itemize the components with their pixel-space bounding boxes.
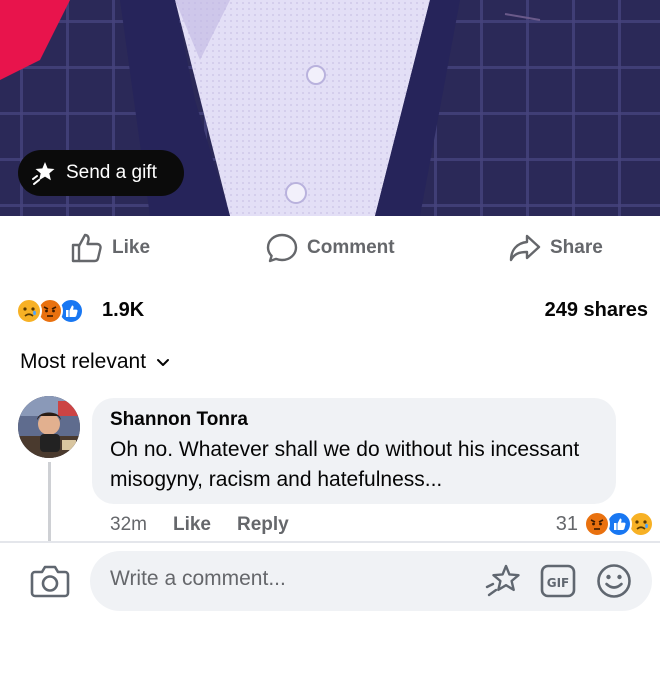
thumbs-up-icon [70, 232, 104, 264]
comment-label: Comment [307, 237, 395, 258]
like-button[interactable]: Like [70, 230, 150, 266]
chevron-down-icon [156, 350, 170, 374]
post-photo[interactable]: Send a gift [0, 0, 660, 216]
share-label: Share [550, 237, 603, 258]
post-action-bar: Like Comment Share [0, 220, 660, 274]
send-gift-button[interactable]: Send a gift [18, 150, 184, 196]
comment-bubble[interactable]: Shannon Tonra Oh no. Whatever shall we d… [92, 398, 616, 504]
reaction-count: 1.9K [102, 299, 145, 321]
comment-reaction-count: 31 [555, 512, 578, 535]
like-label: Like [112, 237, 151, 258]
comment-reactions[interactable]: 31 [556, 510, 660, 538]
comment-like-button[interactable]: Like [173, 514, 211, 536]
shares-count[interactable]: 249 shares [545, 299, 648, 322]
send-gift-label: Send a gift [66, 162, 157, 183]
reaction-icons [16, 298, 100, 324]
share-arrow-icon [508, 232, 542, 264]
comment-reply-button[interactable]: Reply [237, 514, 289, 536]
comment-sort-dropdown[interactable]: Most relevant [20, 350, 170, 374]
avatar[interactable] [18, 396, 80, 458]
emoji-icon[interactable] [596, 563, 632, 604]
comment-text: Oh no. Whatever shall we do without his … [110, 438, 580, 491]
comment-time[interactable]: 32m [110, 514, 147, 536]
gif-icon[interactable]: GIF [540, 564, 576, 603]
comment-button[interactable]: Comment [265, 230, 395, 266]
comment-bubble-icon [265, 232, 299, 264]
comment-reaction-icons [584, 510, 660, 538]
comment-input[interactable]: Write a comment... GIF [90, 551, 652, 611]
thread-line [48, 462, 51, 542]
angry-reaction-icon [584, 511, 610, 537]
gift-star-icon[interactable] [484, 563, 522, 604]
svg-text:GIF: GIF [547, 576, 570, 590]
sad-reaction-icon [16, 298, 42, 324]
sort-label: Most relevant [20, 350, 147, 373]
comment-composer: Write a comment... GIF [0, 543, 660, 674]
camera-icon[interactable] [30, 563, 70, 604]
gift-star-icon [30, 160, 56, 186]
comment-input-placeholder: Write a comment... [110, 567, 286, 590]
comment-meta: 32m Like Reply [110, 514, 289, 536]
reactions-summary[interactable]: 1.9K 249 shares [0, 290, 660, 330]
comment-author[interactable]: Shannon Tonra [110, 409, 598, 431]
share-button[interactable]: Share [508, 230, 603, 266]
